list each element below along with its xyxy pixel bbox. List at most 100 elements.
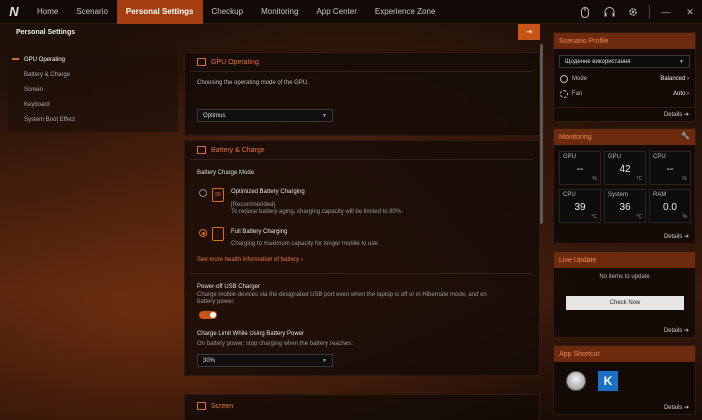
gpu-operating-card: GPU Operating Choosing the operating mod… bbox=[184, 52, 540, 136]
gpu-icon bbox=[197, 58, 206, 66]
monitor-cpu-temp: CPU 39 °C bbox=[559, 189, 601, 223]
screen-card: Screen bbox=[184, 394, 540, 420]
wrench-icon[interactable]: 🔧 bbox=[681, 132, 690, 140]
scenario-profile-select[interactable]: Щоденне використання ▼ bbox=[559, 55, 690, 68]
sidebar: GPU Operating Battery & Charge Screen Ke… bbox=[8, 52, 178, 132]
live-update-header: Live Update bbox=[554, 252, 695, 268]
charge-limit-title: Charge Limit While Using Battery Power bbox=[197, 331, 305, 337]
battery-80-icon: 80 bbox=[212, 188, 224, 202]
check-now-button[interactable]: Check Now bbox=[566, 296, 684, 310]
gpu-operating-header: GPU Operating bbox=[185, 53, 539, 71]
screen-icon bbox=[197, 402, 206, 410]
gpu-mode-select[interactable]: Optimus ▼ bbox=[197, 109, 333, 122]
monitoring-details-link[interactable]: Details ➔ bbox=[664, 233, 689, 240]
battery-full-icon bbox=[212, 227, 224, 241]
tab-app-center[interactable]: App Center bbox=[307, 0, 365, 24]
monitoring-panel: Monitoring 🔧 GPU --% GPU 42 °C CPU --% CPU 39… bbox=[553, 128, 696, 244]
app-shortcut-details-link[interactable]: Details ➔ bbox=[664, 404, 689, 411]
usb-charger-toggle[interactable] bbox=[199, 311, 217, 319]
battery-charge-header: Battery & Charge bbox=[185, 141, 539, 159]
window-controls: — ✕ bbox=[573, 0, 702, 24]
battery-health-link[interactable]: See more health information of battery › bbox=[197, 257, 303, 263]
mouse-icon[interactable] bbox=[573, 0, 597, 24]
tab-checkup[interactable]: Checkup bbox=[203, 0, 253, 24]
gpu-operating-title: GPU Operating bbox=[211, 58, 259, 66]
live-update-status: No items to update bbox=[599, 274, 650, 280]
chevron-right-icon: ⇥ bbox=[526, 29, 532, 36]
screen-header: Screen bbox=[185, 395, 539, 417]
optimized-charging-recommended: [Recommended] bbox=[231, 202, 276, 208]
sidebar-item-battery-charge[interactable]: Battery & Charge bbox=[8, 67, 178, 82]
monitor-system-temp: System 36 °C bbox=[604, 189, 646, 223]
monitor-cpu-usage: CPU --% bbox=[649, 151, 691, 185]
app-shortcut-disc-icon[interactable] bbox=[566, 371, 586, 391]
scenario-profile-value: Щоденне використання bbox=[565, 58, 631, 65]
mode-value[interactable]: Balanced › bbox=[660, 76, 689, 82]
fan-icon bbox=[560, 90, 568, 98]
fan-label: Fan bbox=[572, 91, 583, 97]
usb-charger-description: Charge mobile devices via the designated… bbox=[197, 292, 487, 298]
top-bar: N Home Scenario Personal Settings Checku… bbox=[0, 0, 702, 24]
gpu-description: Choosing the operating mode of the GPU. bbox=[197, 80, 309, 86]
chevron-down-icon: ▼ bbox=[322, 113, 327, 119]
divider bbox=[191, 71, 533, 72]
settings-content: GPU Operating Choosing the operating mod… bbox=[184, 44, 540, 420]
minimize-button[interactable]: — bbox=[654, 0, 678, 24]
charge-limit-description: On battery power, stop charging when the… bbox=[197, 341, 353, 347]
scenario-profile-panel: Scenario Profile Щоденне використання ▼ … bbox=[553, 32, 696, 122]
app-shortcut-k-icon[interactable]: K bbox=[598, 371, 618, 391]
headset-icon[interactable] bbox=[597, 0, 621, 24]
charge-limit-select[interactable]: 30% ▼ bbox=[197, 354, 333, 367]
monitor-gpu-usage: GPU --% bbox=[559, 151, 601, 185]
battery-charge-title: Battery & Charge bbox=[211, 146, 265, 154]
tab-scenario[interactable]: Scenario bbox=[67, 0, 117, 24]
monitor-ram-usage: RAM 0.0% bbox=[649, 189, 691, 223]
tab-personal-settings[interactable]: Personal Settings bbox=[116, 0, 203, 24]
usb-charger-description-2: battery power. bbox=[197, 299, 235, 305]
tab-home[interactable]: Home bbox=[28, 0, 67, 24]
sidebar-item-gpu-operating[interactable]: GPU Operating bbox=[8, 52, 178, 67]
close-button[interactable]: ✕ bbox=[678, 0, 702, 24]
tab-experience-zone[interactable]: Experience Zone bbox=[366, 0, 444, 24]
scenario-profile-details-link[interactable]: Details ➔ bbox=[664, 111, 689, 118]
usb-charger-title: Power-off USB Charger bbox=[197, 284, 260, 290]
live-update-panel: Live Update No items to update Check Now… bbox=[553, 251, 696, 338]
optimized-charging-radio[interactable] bbox=[199, 189, 207, 197]
divider bbox=[191, 273, 533, 274]
gpu-mode-value: Optimus bbox=[203, 112, 226, 119]
charge-limit-value: 30% bbox=[203, 357, 216, 364]
battery-charge-icon bbox=[197, 146, 206, 154]
fan-value[interactable]: Auto › bbox=[673, 91, 689, 97]
main-tabs: Home Scenario Personal Settings Checkup … bbox=[28, 0, 444, 24]
optimized-charging-description: To reduce battery aging, charging capaci… bbox=[231, 209, 404, 215]
full-charging-radio[interactable] bbox=[199, 229, 207, 237]
mode-icon bbox=[560, 75, 568, 83]
battery-charge-mode-label: Battery Charge Mode bbox=[197, 170, 255, 176]
optimized-charging-title: Optimized Battery Charging bbox=[231, 189, 305, 195]
live-update-details-link[interactable]: Details ➔ bbox=[664, 327, 689, 334]
chevron-down-icon: ▼ bbox=[322, 358, 327, 364]
monitor-gpu-temp: GPU 42 °C bbox=[604, 151, 646, 185]
separator bbox=[649, 5, 650, 19]
sidebar-item-keyboard[interactable]: Keyboard bbox=[8, 97, 178, 112]
divider bbox=[554, 107, 695, 108]
divider bbox=[191, 159, 533, 160]
sidebar-item-system-boot-effect[interactable]: System Boot Effect bbox=[8, 112, 178, 127]
sidebar-item-screen[interactable]: Screen bbox=[8, 82, 178, 97]
app-shortcut-panel: App Shortcut K Details ➔ bbox=[553, 345, 696, 415]
screen-title: Screen bbox=[211, 402, 234, 410]
app-logo: N bbox=[9, 4, 19, 19]
content-scrollbar[interactable] bbox=[540, 44, 543, 224]
mode-label: Mode bbox=[572, 76, 588, 82]
sidebar-title: Personal Settings bbox=[16, 29, 76, 36]
tab-monitoring[interactable]: Monitoring bbox=[252, 0, 307, 24]
battery-charge-card: Battery & Charge Battery Charge Mode 80 … bbox=[184, 140, 540, 376]
gear-icon[interactable] bbox=[621, 0, 645, 24]
full-charging-description: Charging to maximum capacity for longer … bbox=[231, 241, 380, 247]
scenario-profile-header: Scenario Profile bbox=[554, 33, 695, 49]
monitoring-header: Monitoring 🔧 bbox=[554, 129, 695, 145]
panel-collapse-button[interactable]: ⇥ bbox=[518, 24, 540, 40]
full-charging-title: Full Battery Charging bbox=[231, 229, 288, 235]
app-shortcut-header: App Shortcut bbox=[554, 346, 695, 362]
chevron-down-icon: ▼ bbox=[679, 59, 684, 65]
